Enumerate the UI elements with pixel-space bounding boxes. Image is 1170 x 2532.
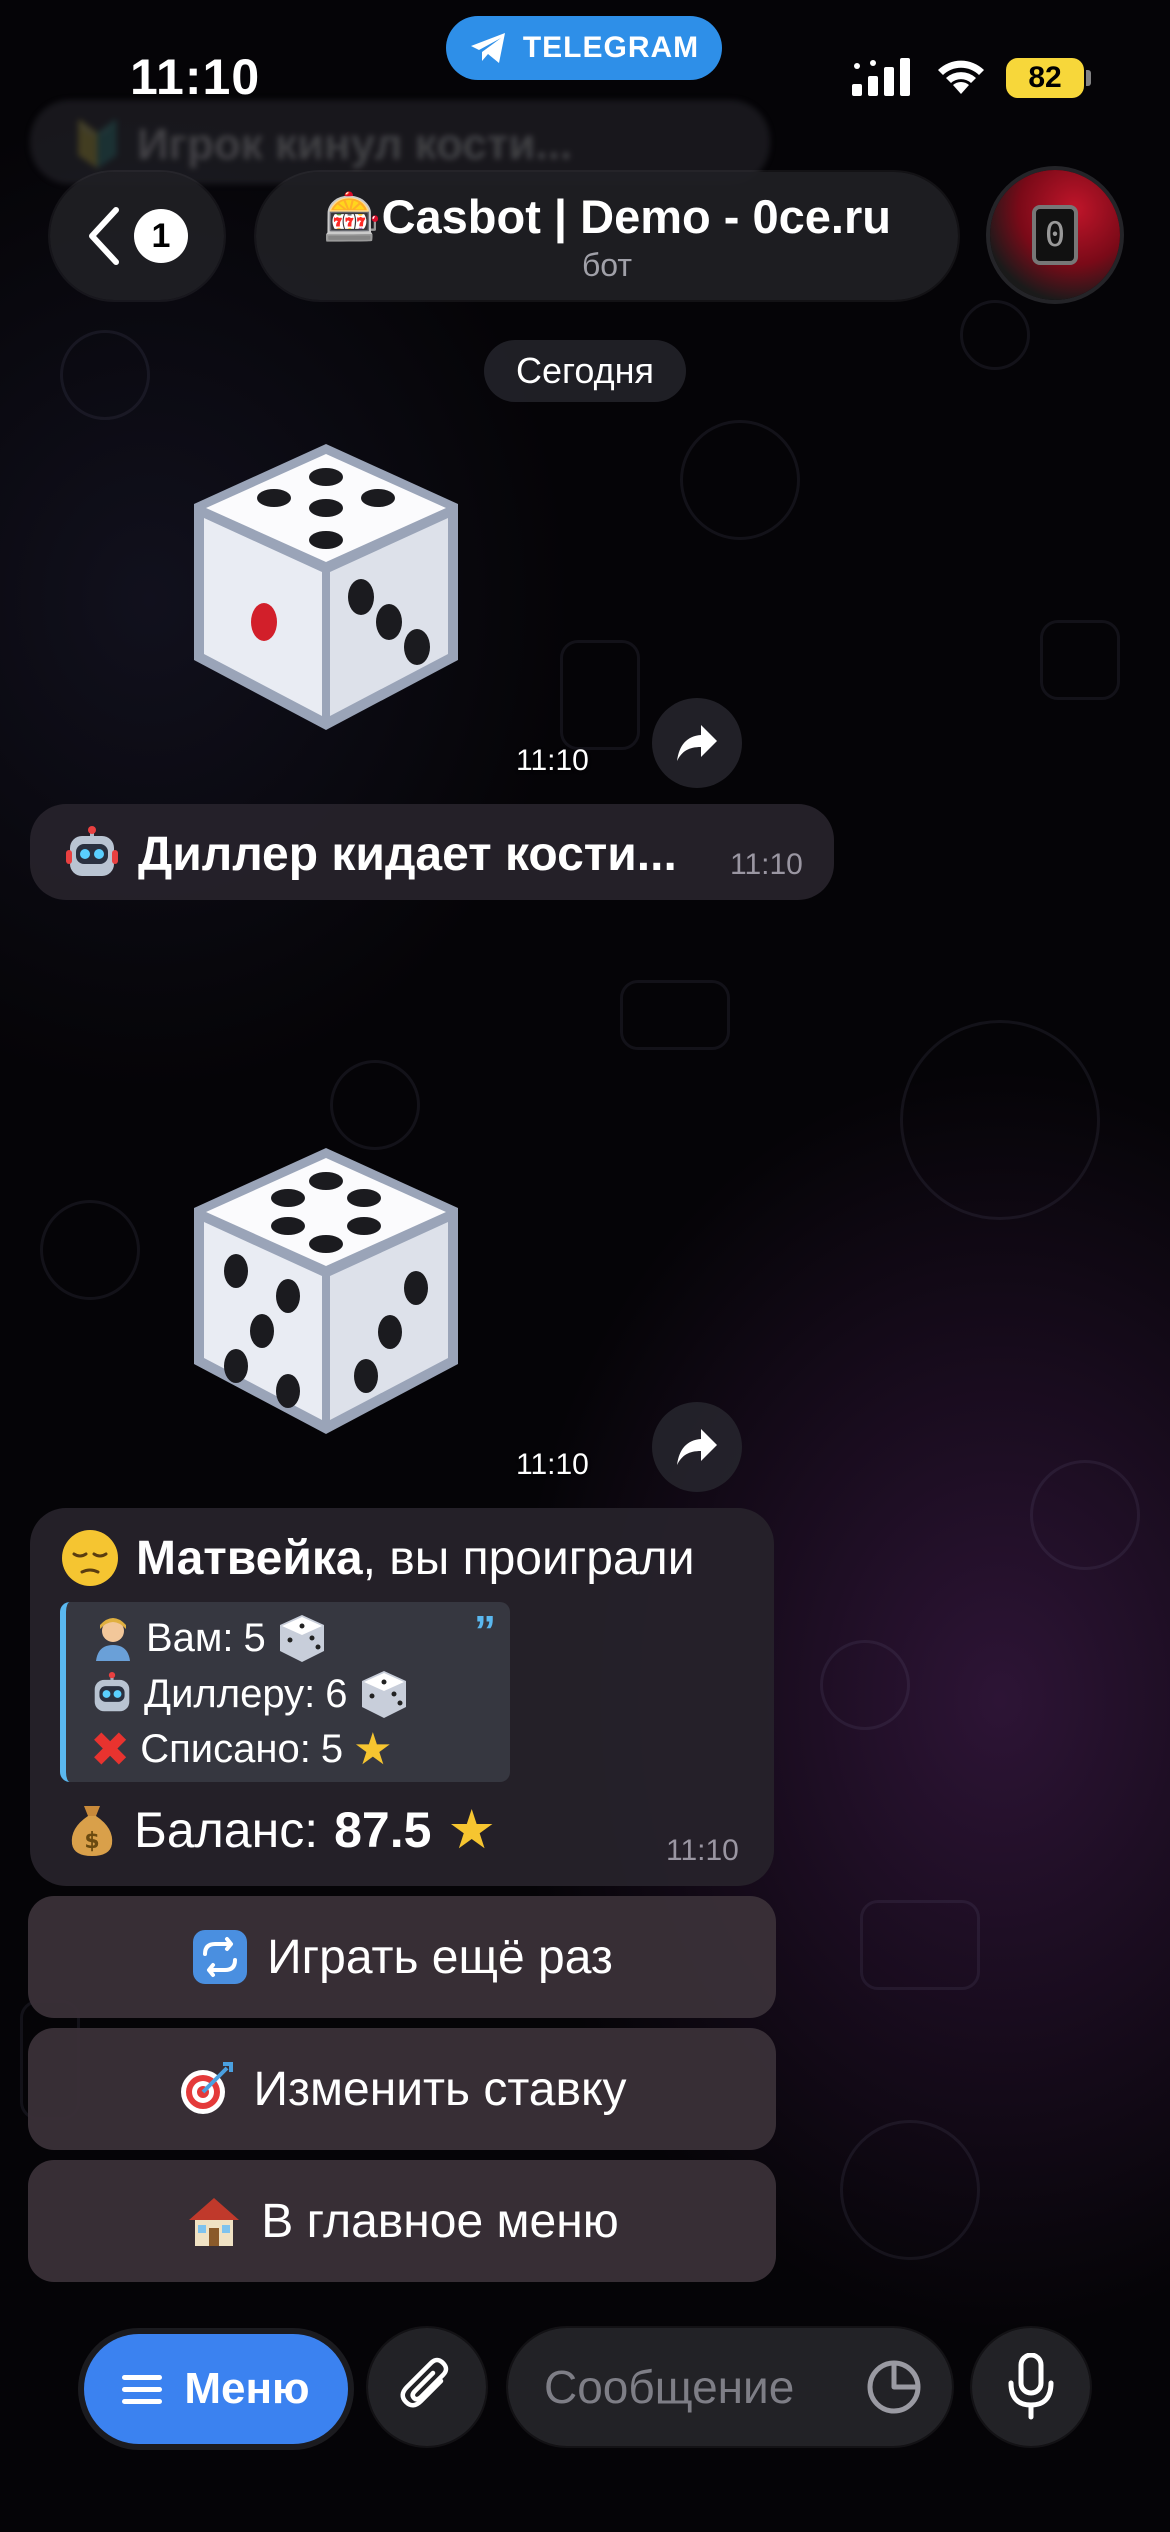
message-input[interactable]: [544, 2352, 844, 2422]
dice-emoji-icon: [279, 1615, 324, 1662]
house-icon: [189, 2198, 240, 2246]
menu-label: Меню: [184, 2364, 310, 2413]
balance-label: Баланс:: [134, 1801, 319, 1858]
main-menu-button[interactable]: В главное меню: [28, 2160, 776, 2282]
robot-emoji-icon: [66, 826, 118, 876]
back-button[interactable]: 1: [50, 172, 224, 300]
dice-emoji-icon: [361, 1671, 406, 1718]
chat-subtitle: бот: [581, 246, 633, 283]
result-quote-block: ” Вам: 5 Диллеру: 6 ✖ Списано: 5 ★: [60, 1602, 510, 1782]
cellular-signal-icon: [852, 58, 910, 96]
result-message-bubble: Матвейка, вы проиграли ” Вам: 5 Диллеру:…: [30, 1508, 774, 1886]
direct-hit-icon: [181, 2062, 234, 2114]
forward-arrow-icon: [677, 1429, 717, 1465]
dice-sticker: [194, 1148, 458, 1434]
dealer-message-text: Диллер кидает кости...: [64, 826, 677, 882]
dice-sticker: [194, 444, 458, 730]
result-headline: Матвейка, вы проиграли: [60, 1528, 695, 1588]
forward-arrow-icon: [677, 725, 717, 761]
bot-menu-button[interactable]: Меню: [84, 2334, 348, 2444]
quote-mark-icon: ”: [474, 1607, 496, 1656]
chat-title: 🎰Casbot | Demo - 0ce.ru: [323, 189, 891, 243]
voice-message-button[interactable]: [972, 2328, 1090, 2446]
sticker-icon[interactable]: [864, 2357, 924, 2417]
pensive-face-emoji-icon: [62, 1530, 118, 1586]
message-input-container[interactable]: [508, 2328, 952, 2446]
change-bet-button[interactable]: Изменить ставку: [28, 2028, 776, 2150]
avatar-glyph: 0: [1032, 205, 1078, 265]
robot-emoji-icon: [94, 1672, 130, 1712]
battery-indicator: 82: [1006, 58, 1084, 98]
forward-button[interactable]: [652, 1402, 742, 1492]
dice-message-2[interactable]: [176, 1136, 476, 1446]
wifi-icon: [938, 60, 984, 94]
svg-text:$: $: [84, 1829, 99, 1854]
cross-mark-icon: ✖: [90, 1721, 131, 1778]
return-to-app-pill[interactable]: TELEGRAM: [446, 16, 722, 80]
telegram-plane-icon: [470, 33, 505, 63]
message-time: 11:10: [516, 744, 589, 777]
charged-value: 5: [320, 1727, 344, 1771]
change-bet-label: Изменить ставку: [253, 2062, 627, 2116]
dealer-text: Диллер кидает кости...: [138, 827, 677, 881]
charged-line: ✖ Списано: 5 ★: [90, 1724, 393, 1775]
balance-line: $ Баланс: 87.5 ★: [66, 1798, 496, 1861]
message-time: 11:10: [666, 1834, 739, 1867]
play-again-label: Играть ещё раз: [267, 1930, 613, 1984]
player-name: Матвейка: [136, 1531, 363, 1585]
play-again-button[interactable]: Играть ещё раз: [28, 1896, 776, 2018]
chat-header[interactable]: 🎰Casbot | Demo - 0ce.ru бот: [256, 172, 958, 300]
battery-tip: [1086, 70, 1091, 86]
status-time: 11:10: [130, 49, 261, 105]
date-separator: Сегодня: [484, 340, 686, 402]
attach-button[interactable]: [368, 2328, 486, 2446]
star-icon: ★: [447, 1798, 496, 1861]
dealer-score-value: 6: [325, 1671, 348, 1716]
dice-message-1[interactable]: [176, 432, 476, 742]
money-bag-emoji-icon: $: [71, 1805, 113, 1856]
return-app-label: TELEGRAM: [522, 31, 700, 64]
result-headline-text: , вы проиграли: [362, 1531, 695, 1585]
dealer-score-label: Диллеру:: [144, 1671, 316, 1716]
charged-label: Списано:: [140, 1727, 311, 1771]
player-score-label: Вам:: [146, 1615, 234, 1660]
dealer-score-line: Диллеру: 6: [90, 1668, 410, 1720]
message-time: 11:10: [730, 848, 803, 881]
hamburger-menu-icon: [122, 2375, 163, 2404]
repeat-arrows-icon: [193, 1930, 248, 1984]
forward-button[interactable]: [652, 698, 742, 788]
chevron-left-icon: [89, 207, 119, 265]
dealer-message-bubble: Диллер кидает кости... 11:10: [30, 804, 834, 900]
person-emoji-icon: [96, 1618, 130, 1661]
main-menu-label: В главное меню: [261, 2194, 619, 2248]
paperclip-icon: [400, 2357, 449, 2408]
microphone-icon: [1008, 2353, 1054, 2420]
player-score-line: Вам: 5: [90, 1612, 328, 1664]
balance-value: 87.5: [334, 1801, 432, 1858]
unread-count-badge: 1: [134, 209, 188, 263]
star-icon: ★: [353, 1724, 393, 1775]
player-score-value: 5: [243, 1615, 266, 1660]
message-time: 11:10: [516, 1448, 589, 1481]
bot-avatar[interactable]: 0: [990, 170, 1120, 300]
